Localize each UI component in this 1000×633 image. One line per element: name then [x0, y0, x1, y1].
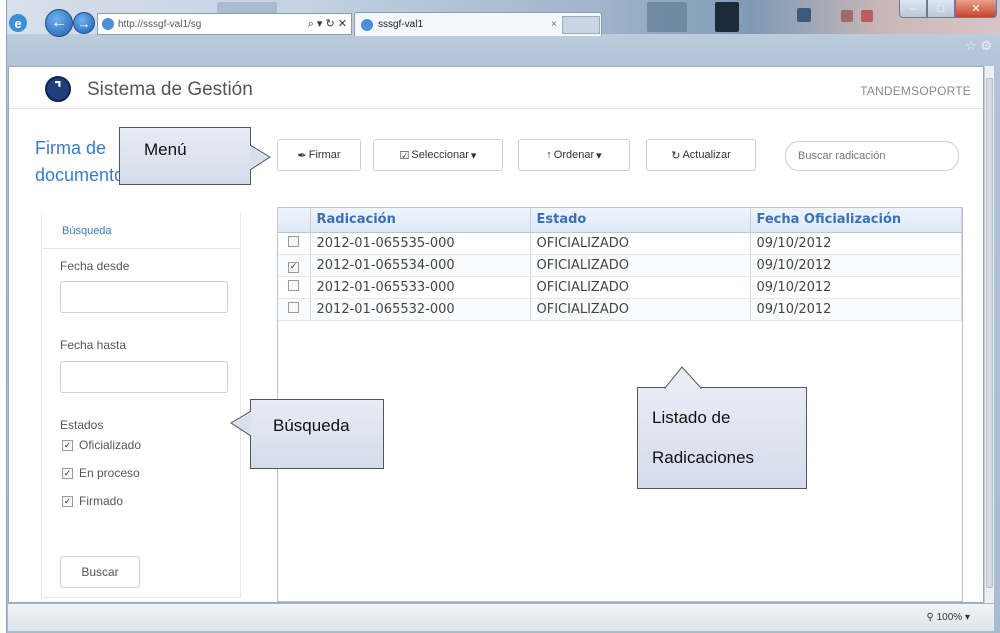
cell-radicacion: 2012-01-065534-000 — [310, 254, 531, 277]
status-bar: ⚲ 100% ▾ — [8, 603, 994, 631]
app-logo-icon: ⌝ — [45, 76, 71, 102]
check-label: Firmado — [79, 494, 124, 508]
check-en-proceso[interactable]: ✓ En proceso — [62, 466, 140, 480]
row-checkbox-cell[interactable] — [278, 298, 311, 321]
cell-estado: OFICIALIZADO — [530, 254, 751, 277]
check-oficializado[interactable]: ✓ Oficializado — [62, 438, 141, 452]
scrollbar-thumb[interactable] — [986, 78, 993, 588]
browser-navbar: e ← → http://sssgf-val1/sg ⌕ ▾ ↻ ✕ sssgf… — [7, 6, 1000, 37]
address-bar[interactable]: http://sssgf-val1/sg ⌕ ▾ ↻ ✕ — [97, 13, 352, 35]
page-icon — [361, 18, 373, 31]
table-row[interactable]: 2012-01-065535-000 OFICIALIZADO 09/10/20… — [278, 232, 962, 255]
table-header-row: Radicación Estado Fecha Oficialización — [278, 208, 962, 233]
cell-radicacion: 2012-01-065532-000 — [310, 298, 531, 321]
search-input[interactable]: Buscar radicación — [785, 141, 959, 171]
chevron-down-icon: ▾ — [964, 612, 970, 623]
table-row[interactable]: 2012-01-065533-000 OFICIALIZADO 09/10/20… — [278, 276, 962, 299]
checkbox-icon[interactable] — [288, 235, 299, 247]
sidebar-header: Búsqueda — [42, 213, 240, 249]
estados-label: Estados — [60, 418, 104, 432]
fecha-hasta-input[interactable] — [60, 361, 228, 393]
firmar-button[interactable]: ✒ Firmar — [277, 139, 361, 171]
row-checkbox-cell[interactable]: ✓ — [278, 254, 311, 277]
cell-estado: OFICIALIZADO — [530, 232, 751, 255]
refresh-icon: ↻ — [671, 149, 681, 162]
header-checkbox-cell — [278, 208, 311, 233]
callout-listado-line1: Listado de — [652, 408, 731, 427]
check-label: En proceso — [79, 466, 140, 480]
actualizar-button[interactable]: ↻ Actualizar — [646, 139, 756, 171]
row-checkbox-cell[interactable] — [278, 232, 311, 255]
vertical-scrollbar[interactable] — [984, 66, 994, 603]
row-checkbox-cell[interactable] — [278, 276, 311, 299]
tab-title: sssgf-val1 — [378, 19, 424, 30]
callout-busqueda: Búsqueda — [230, 399, 384, 469]
cell-fecha: 09/10/2012 — [750, 276, 962, 299]
col-radicacion[interactable]: Radicación — [310, 208, 531, 233]
check-label: Oficializado — [79, 438, 142, 452]
callout-menu-text: Menú — [144, 140, 187, 159]
arrow-up-icon: ↑ — [546, 149, 552, 161]
tab-close-icon[interactable]: × — [551, 19, 557, 30]
firmar-label: Firmar — [308, 149, 341, 161]
user-name[interactable]: TANDEMSOPORTE — [860, 84, 971, 98]
table-row[interactable]: ✓ 2012-01-065534-000 OFICIALIZADO 09/10/… — [278, 254, 962, 277]
checkbox-checked-icon[interactable]: ✓ — [62, 439, 73, 451]
checkbox-checked-icon[interactable]: ✓ — [62, 467, 73, 479]
ie-logo-icon: e — [9, 14, 27, 32]
check-square-icon: ☑ — [399, 149, 410, 162]
callout-pointer-icon — [250, 144, 271, 171]
checkbox-icon[interactable] — [288, 279, 299, 291]
fecha-hasta-label: Fecha hasta — [60, 338, 127, 352]
seleccionar-label: Seleccionar — [411, 149, 469, 161]
favorites-icon[interactable]: ☆ ⚙ — [965, 38, 992, 54]
callout-pointer-icon — [664, 366, 702, 389]
cell-radicacion: 2012-01-065533-000 — [310, 276, 531, 299]
buscar-button[interactable]: Buscar — [60, 556, 140, 588]
zoom-icon: ⚲ — [926, 612, 934, 623]
pencil-icon: ✒ — [297, 149, 307, 162]
cell-fecha: 09/10/2012 — [750, 298, 962, 321]
callout-busqueda-text: Búsqueda — [273, 416, 350, 435]
new-tab-button[interactable] — [562, 16, 600, 34]
page-icon — [102, 18, 114, 30]
app-header: ⌝ Sistema de Gestión TANDEMSOPORTE — [9, 67, 983, 109]
cell-fecha: 09/10/2012 — [750, 232, 962, 255]
back-icon[interactable]: ← — [45, 9, 73, 37]
col-fecha[interactable]: Fecha Oficialización — [750, 208, 962, 233]
callout-listado-line2: Radicaciones — [652, 448, 755, 467]
ordenar-button[interactable]: ↑ Ordenar ▾ — [518, 139, 630, 171]
cell-estado: OFICIALIZADO — [530, 298, 751, 321]
caret-down-icon: ▾ — [596, 149, 602, 162]
fecha-desde-label: Fecha desde — [60, 259, 130, 273]
cell-estado: OFICIALIZADO — [530, 276, 751, 299]
zoom-control[interactable]: ⚲ 100% ▾ — [927, 612, 971, 623]
checkbox-icon[interactable] — [288, 301, 299, 313]
checkbox-checked-icon[interactable]: ✓ — [288, 261, 299, 273]
caret-down-icon: ▾ — [470, 149, 477, 162]
zoom-level: 100% — [936, 612, 963, 623]
seleccionar-button[interactable]: ☑ Seleccionar ▾ — [373, 139, 503, 171]
address-controls[interactable]: ⌕ ▾ ↻ ✕ — [308, 17, 351, 31]
check-firmado[interactable]: ✓ Firmado — [62, 494, 123, 508]
app-name: Sistema de Gestión — [87, 79, 253, 100]
cell-radicacion: 2012-01-065535-000 — [310, 232, 531, 255]
table-row[interactable]: 2012-01-065532-000 OFICIALIZADO 09/10/20… — [278, 298, 962, 321]
fecha-desde-input[interactable] — [60, 281, 228, 313]
address-url: http://sssgf-val1/sg — [118, 18, 202, 30]
page-viewport: ⌝ Sistema de Gestión TANDEMSOPORTE Firma… — [8, 66, 984, 603]
search-sidebar: Búsqueda Fecha desde Fecha hasta Estados… — [41, 213, 241, 598]
checkbox-checked-icon[interactable]: ✓ — [62, 495, 73, 507]
callout-pointer-icon — [230, 410, 251, 437]
forward-icon[interactable]: → — [73, 12, 95, 34]
actualizar-label: Actualizar — [682, 149, 731, 161]
cell-fecha: 09/10/2012 — [750, 254, 962, 277]
col-estado[interactable]: Estado — [530, 208, 751, 233]
callout-menu: Menú — [119, 127, 271, 185]
callout-listado: Listado de Radicaciones — [637, 366, 807, 489]
ordenar-label: Ordenar — [553, 149, 595, 161]
